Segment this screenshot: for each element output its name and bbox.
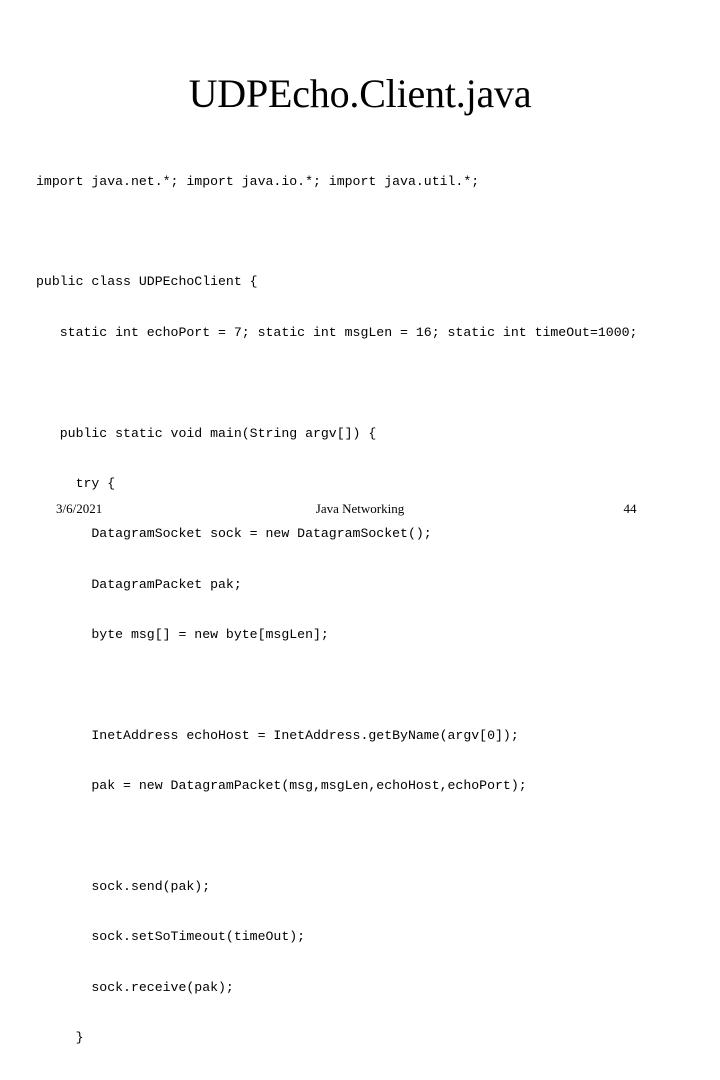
code-line: byte msg[] = new byte[msgLen];	[36, 627, 329, 643]
code-line: InetAddress echoHost = InetAddress.getBy…	[36, 727, 519, 743]
code-line: public class UDPEchoClient {	[36, 274, 258, 290]
code-line: import java.net.*; import java.io.*; imp…	[36, 173, 480, 189]
footer-page-number: 44	[623, 501, 637, 516]
code-line: sock.receive(pak);	[36, 979, 234, 995]
code-line: DatagramPacket pak;	[36, 576, 242, 592]
code-line: static int echoPort = 7; static int msgL…	[36, 324, 638, 340]
footer-title: Java Networking	[315, 501, 405, 516]
footer-date: 3/6/2021	[56, 501, 103, 516]
code-line: sock.send(pak);	[36, 879, 211, 895]
code-line: }	[36, 1030, 84, 1046]
code-line: public static void main(String argv[]) {	[36, 425, 377, 441]
slide: UDPEcho.Client.java import java.net.*; i…	[0, 0, 720, 1045]
code-line: sock.setSoTimeout(timeOut);	[36, 929, 306, 945]
slide-footer: 3/6/2021 Java Networking 44	[0, 500, 720, 522]
page-title: UDPEcho.Client.java	[188, 71, 532, 116]
code-line: try {	[36, 475, 116, 491]
code-line: pak = new DatagramPacket(msg,msgLen,echo…	[36, 778, 527, 794]
code-block: import java.net.*; import java.io.*; imp…	[36, 140, 692, 1080]
code-line: DatagramSocket sock = new DatagramSocket…	[36, 526, 432, 542]
